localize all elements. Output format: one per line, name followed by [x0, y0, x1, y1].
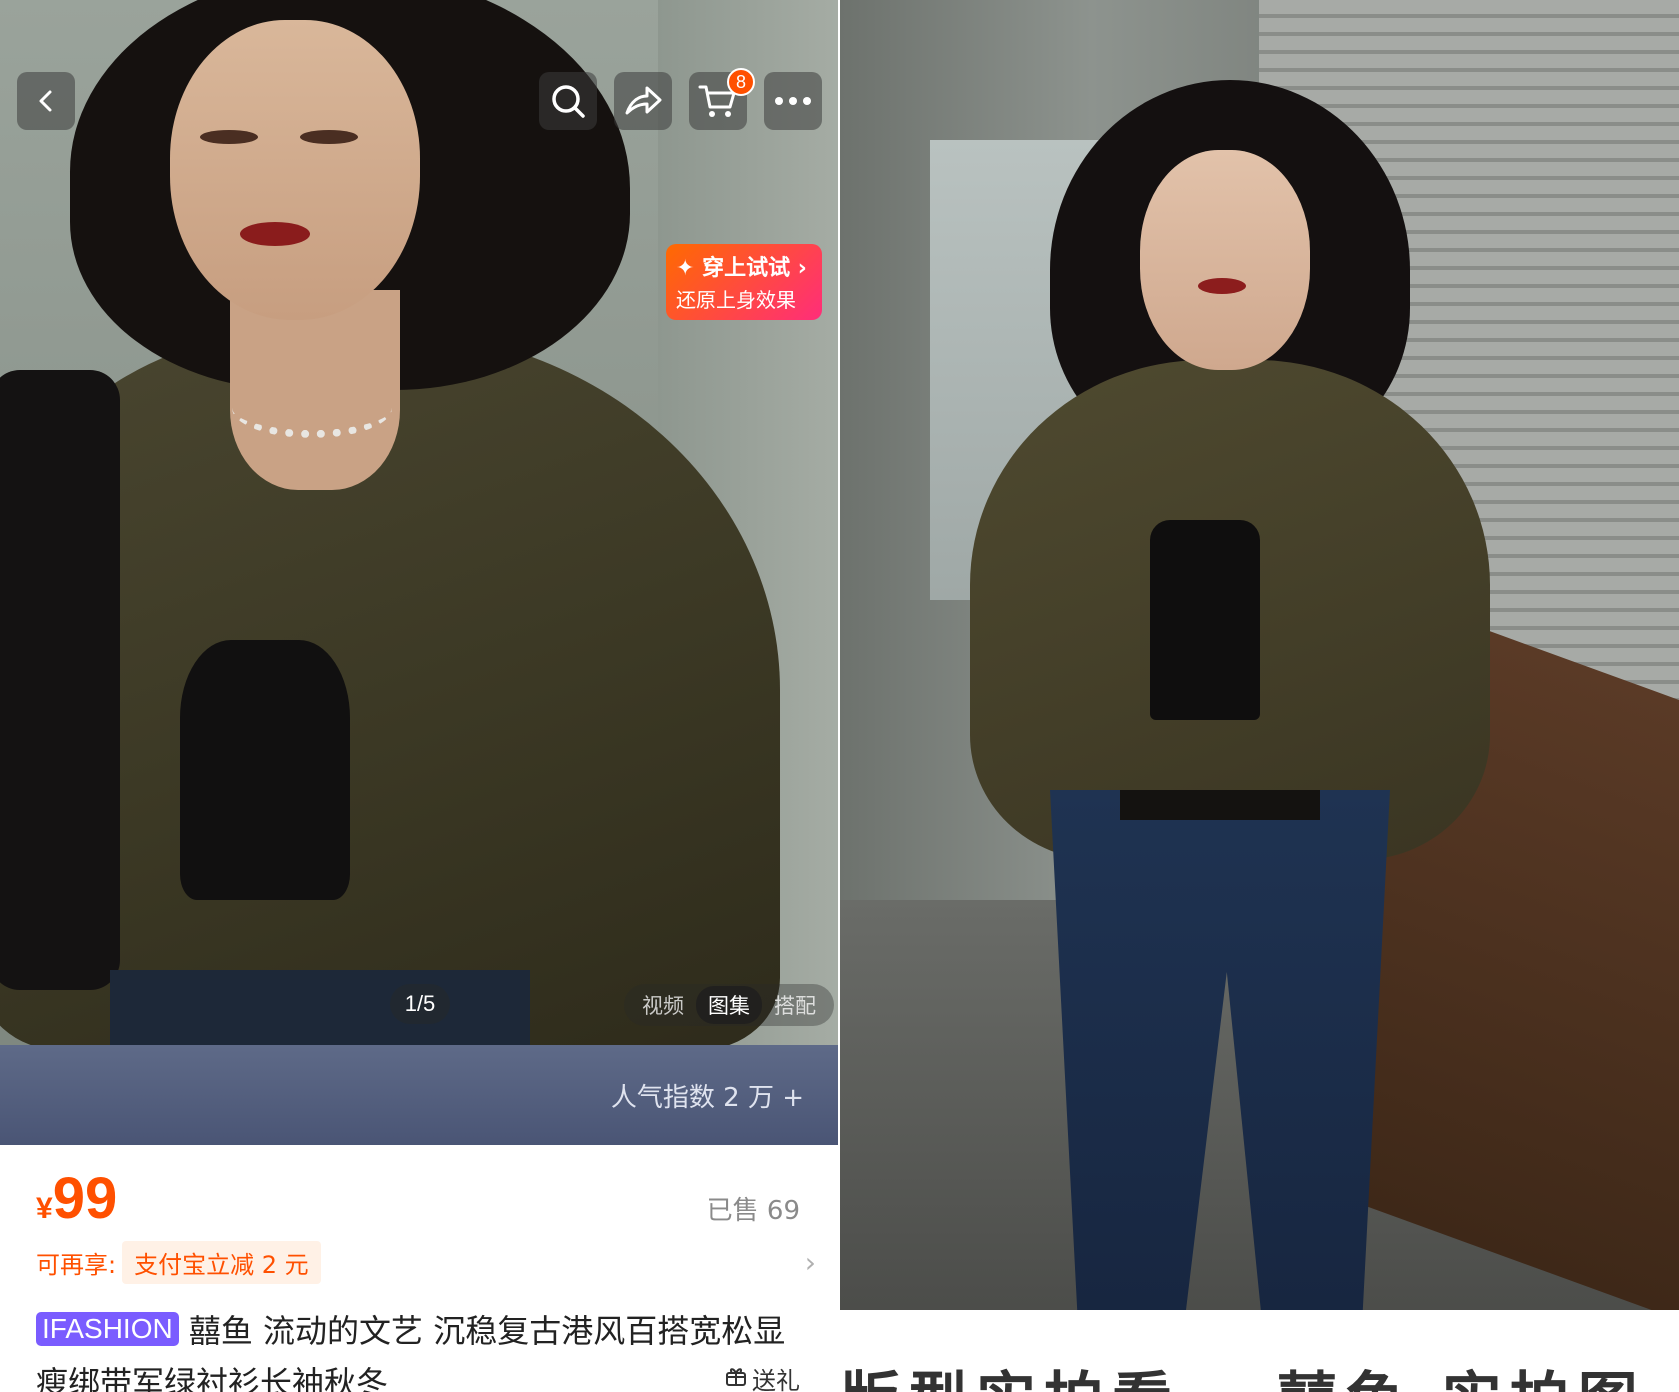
cropped-caption-text: 版型实拍看… 囍鱼 实拍图: [840, 1352, 1646, 1392]
image-necklace: [232, 378, 392, 438]
image-lips: [1198, 278, 1246, 294]
try-on-subtitle: 还原上身效果: [676, 288, 796, 312]
product-main-image[interactable]: 8 ✦ 穿上试试 › 还原上身效果 1/5 视频 图集 搭配: [0, 0, 838, 1045]
chevron-right-icon: ›: [804, 1245, 816, 1279]
image-pager: 1/5: [390, 984, 450, 1024]
image-belt: [1120, 790, 1320, 820]
promo-chip: 支付宝立减 2 元: [122, 1240, 321, 1284]
try-on-title: ✦ 穿上试试 ›: [676, 256, 807, 281]
image-lips: [240, 222, 310, 246]
more-button[interactable]: [764, 72, 822, 130]
share-icon: [623, 83, 663, 119]
media-tabs: 视频 图集 搭配: [624, 984, 834, 1026]
screenshot-root: 8 ✦ 穿上试试 › 还原上身效果 1/5 视频 图集 搭配 人气指数 2 万 …: [0, 0, 1679, 1392]
price-value: 99: [52, 1166, 118, 1231]
tab-video[interactable]: 视频: [630, 986, 696, 1024]
model-photo-panel: 版型实拍看… 囍鱼 实拍图: [840, 0, 1679, 1392]
cart-button[interactable]: 8: [689, 68, 755, 130]
back-button[interactable]: [17, 72, 75, 130]
image-bag: [0, 370, 120, 990]
model-photo: [840, 0, 1679, 1310]
image-face: [1140, 150, 1310, 370]
more-icon: [773, 96, 813, 106]
search-icon: [549, 82, 587, 120]
price-currency: ¥: [36, 1192, 53, 1225]
search-button[interactable]: [539, 72, 597, 130]
cropped-caption: 版型实拍看… 囍鱼 实拍图: [840, 1312, 1679, 1392]
image-jeans: [110, 970, 530, 1045]
image-face: [170, 20, 420, 320]
share-button[interactable]: [614, 72, 672, 130]
chevron-left-icon: [32, 87, 60, 115]
tab-gallery[interactable]: 图集: [696, 986, 762, 1024]
promo-label: 可再享:: [36, 1250, 117, 1279]
image-cami: [180, 640, 350, 900]
image-eye-left: [200, 130, 258, 144]
brand-tag: IFASHION: [36, 1312, 179, 1346]
popularity-index: 人气指数 2 万 +: [610, 1083, 804, 1113]
product-info-card: ¥99 已售 69 可再享: 支付宝立减 2 元 › IFASHION 囍鱼 流…: [0, 1145, 838, 1392]
promo-row[interactable]: 可再享: 支付宝立减 2 元 ›: [36, 1240, 816, 1284]
gift-label: 送礼: [752, 1367, 800, 1392]
sold-count: 已售 69: [706, 1196, 800, 1226]
product-detail-panel: 8 ✦ 穿上试试 › 还原上身效果 1/5 视频 图集 搭配 人气指数 2 万 …: [0, 0, 838, 1392]
popularity-strip: 人气指数 2 万 +: [0, 1045, 838, 1145]
gift-icon: [724, 1364, 748, 1392]
image-eye-right: [300, 130, 358, 144]
price: ¥99: [36, 1165, 117, 1232]
gift-button[interactable]: 送礼: [724, 1361, 800, 1392]
image-cami: [1150, 520, 1260, 720]
try-on-button[interactable]: ✦ 穿上试试 › 还原上身效果: [666, 244, 822, 320]
cart-count-badge: 8: [727, 68, 755, 96]
product-title: IFASHION 囍鱼 流动的文艺 沉稳复古港风百搭宽松显瘦绑带军绿衬衫长袖秋冬: [36, 1305, 806, 1392]
tab-outfit[interactable]: 搭配: [762, 986, 828, 1024]
